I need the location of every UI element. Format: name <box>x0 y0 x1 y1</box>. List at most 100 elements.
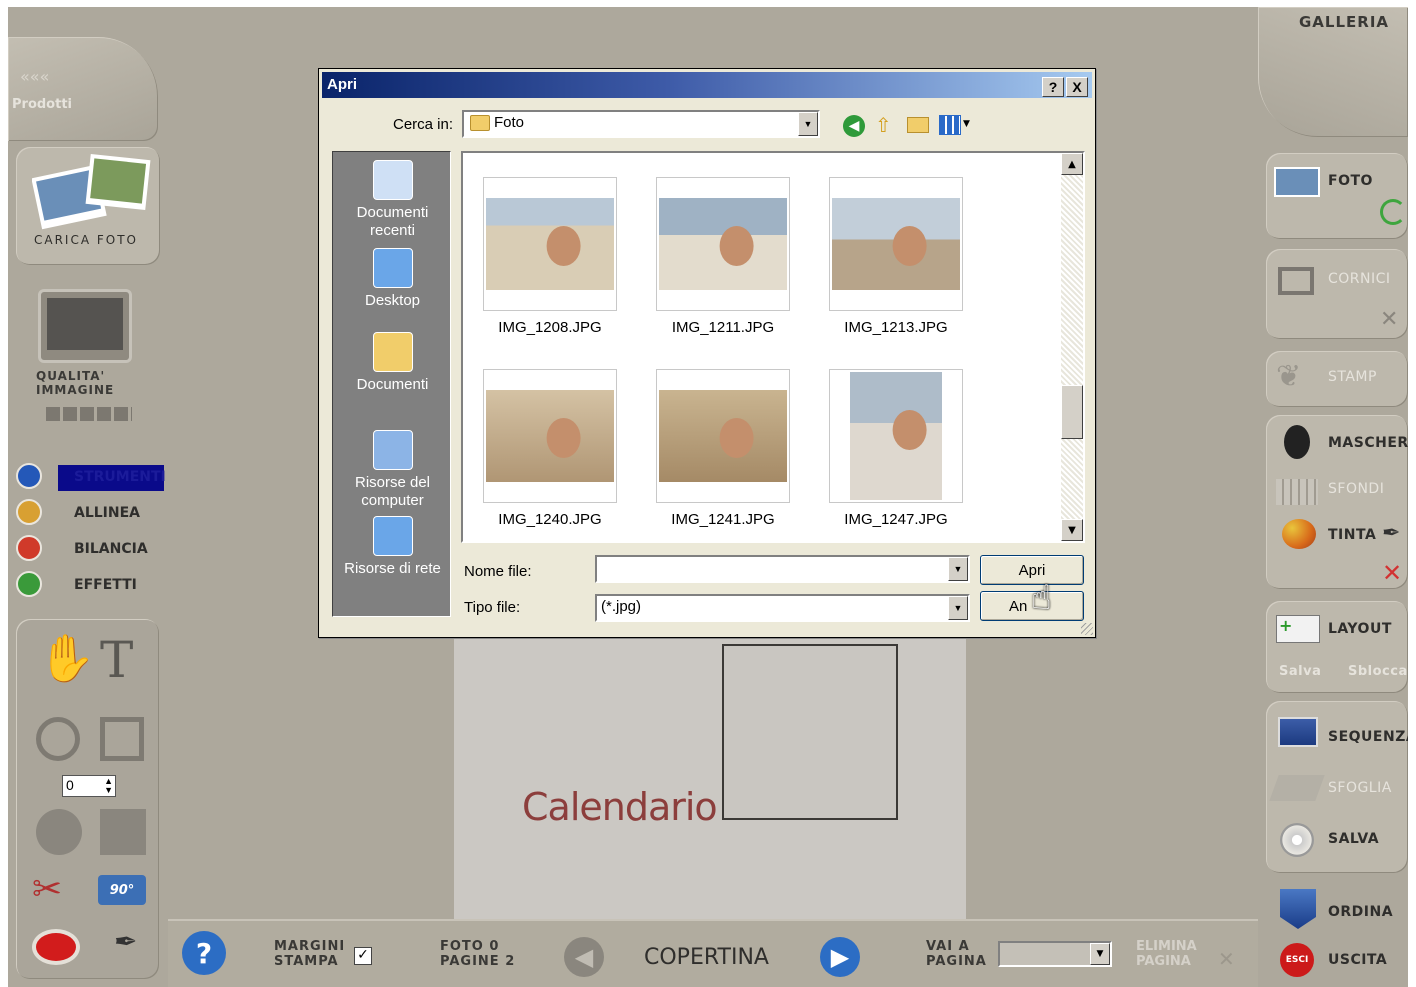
cursor-icon[interactable] <box>16 463 42 489</box>
margins-checkbox[interactable]: ✓ <box>354 947 372 965</box>
help-button[interactable]: ? <box>1042 77 1064 97</box>
chevron-down-icon[interactable]: ▼ <box>1090 943 1110 965</box>
file-name[interactable]: IMG_1240.JPG <box>463 511 637 528</box>
photo-placeholder-frame[interactable] <box>722 644 898 820</box>
resize-grip-icon[interactable] <box>1081 623 1093 635</box>
chevron-down-icon[interactable]: ▼ <box>798 112 818 136</box>
up-folder-icon[interactable]: ⇧ <box>875 113 892 137</box>
views-dropdown-icon[interactable]: ▼ <box>963 119 970 129</box>
scissors-icon[interactable]: ✂ <box>32 869 62 910</box>
remove-frame-icon[interactable]: ✕ <box>1380 307 1398 332</box>
frames-label[interactable]: CORNICI <box>1328 271 1391 287</box>
file-thumbnail[interactable] <box>656 177 790 311</box>
goto-page-select[interactable]: ▼ <box>998 941 1112 967</box>
scroll-up-icon[interactable]: ▲ <box>1061 153 1083 175</box>
file-name[interactable]: IMG_1213.JPG <box>809 319 983 336</box>
file-name[interactable]: IMG_1247.JPG <box>809 511 983 528</box>
photo-preview <box>659 390 787 482</box>
tool-item-label[interactable]: STRUMENTI <box>74 469 166 485</box>
tool-item-label[interactable]: ALLINEA <box>74 505 140 521</box>
products-tab[interactable]: ««« Prodotti <box>8 37 158 141</box>
places-item[interactable]: Documenti <box>333 332 452 394</box>
help-icon[interactable]: ? <box>182 931 226 975</box>
filename-input[interactable]: ▼ <box>595 555 970 583</box>
dialog-title: Apri <box>327 76 357 93</box>
photo-preview <box>659 198 787 290</box>
delete-page-icon[interactable]: ✕ <box>1218 947 1235 971</box>
views-menu-icon[interactable] <box>939 115 961 135</box>
chevron-down-icon[interactable]: ▼ <box>948 596 968 620</box>
file-thumbnail[interactable] <box>483 369 617 503</box>
stepper-arrows-icon[interactable]: ▲ ▼ <box>104 777 113 795</box>
tint-label[interactable]: TINTA <box>1328 527 1376 543</box>
filled-rectangle-tool-icon[interactable] <box>100 809 146 855</box>
save-label[interactable]: SALVA <box>1328 831 1379 847</box>
ellipse-tool-icon[interactable] <box>36 717 80 761</box>
remove-tint-icon[interactable]: ✕ <box>1382 559 1402 587</box>
refresh-icon[interactable] <box>1380 199 1406 225</box>
backgrounds-label[interactable]: SFONDI <box>1328 481 1384 497</box>
file-thumbnail[interactable] <box>829 177 963 311</box>
filled-ellipse-tool-icon[interactable] <box>36 809 82 855</box>
photo-count: FOTO 0 <box>440 939 500 954</box>
look-in-label: Cerca in: <box>393 116 454 133</box>
quality-label: QUALITA' IMMAGINE <box>36 369 115 397</box>
places-bar: Documenti recenti Desktop Documenti Risorse… <box>332 151 451 617</box>
masks-label[interactable]: MASCHERE <box>1328 435 1408 451</box>
stamp-label[interactable]: STAMP <box>1328 369 1377 385</box>
new-folder-icon[interactable] <box>907 117 929 133</box>
red-eye-icon[interactable] <box>36 933 76 961</box>
order-label[interactable]: ORDINA <box>1328 904 1393 920</box>
places-item-label: Documenti <box>356 376 429 393</box>
file-list-view[interactable]: IMG_1208.JPG IMG_1211.JPG IMG_1213.JPG IMG_… <box>461 151 1085 543</box>
network-icon <box>372 516 413 556</box>
chevron-down-icon[interactable]: ▼ <box>948 557 968 581</box>
places-item-label: Risorse di rete <box>344 560 441 577</box>
unlock-layout-button[interactable]: Sblocca <box>1348 664 1408 679</box>
scroll-thumb[interactable] <box>1061 385 1083 439</box>
line-width-stepper[interactable]: 0 ▲ ▼ <box>62 775 116 797</box>
scroll-down-icon[interactable]: ▼ <box>1061 519 1083 541</box>
tool-item-label[interactable]: EFFETTI <box>74 577 137 593</box>
save-layout-button[interactable]: Salva <box>1279 664 1321 679</box>
back-icon[interactable]: ◀ <box>843 115 865 137</box>
places-item[interactable]: Risorse del computer <box>333 430 452 510</box>
hand-tool-icon[interactable]: ✋ <box>38 631 95 686</box>
frame-icon <box>1278 267 1314 295</box>
sequence-label[interactable]: SEQUENZA <box>1328 729 1408 745</box>
gallery-tab[interactable]: GALLERIA <box>1258 7 1408 137</box>
eyedropper-icon[interactable]: ✒ <box>114 925 137 958</box>
text-tool-icon[interactable]: T <box>100 631 133 689</box>
photo-preview <box>832 198 960 290</box>
browse-label[interactable]: SFOGLIA <box>1328 780 1392 796</box>
file-thumbnail[interactable] <box>483 177 617 311</box>
effects-icon[interactable] <box>16 571 42 597</box>
file-thumbnail[interactable] <box>829 369 963 503</box>
tint-eyedropper-icon[interactable]: ✒ <box>1382 521 1400 546</box>
exit-label[interactable]: USCITA <box>1328 952 1387 968</box>
goto-label-2: PAGINA <box>926 954 987 969</box>
rotate-90-icon[interactable]: 90° <box>98 875 146 905</box>
places-item[interactable]: Documenti recenti <box>333 160 452 240</box>
places-item[interactable]: Desktop <box>333 248 452 310</box>
file-name[interactable]: IMG_1208.JPG <box>463 319 637 336</box>
close-button[interactable]: X <box>1066 77 1088 97</box>
filetype-select[interactable]: (*.jpg) ▼ <box>595 594 970 622</box>
places-item[interactable]: Risorse di rete <box>333 516 452 578</box>
align-icon[interactable] <box>16 499 42 525</box>
vertical-scrollbar[interactable]: ▲ ▼ <box>1061 153 1083 541</box>
file-name[interactable]: IMG_1211.JPG <box>636 319 810 336</box>
balance-icon[interactable] <box>16 535 42 561</box>
file-name[interactable]: IMG_1241.JPG <box>636 511 810 528</box>
previous-page-icon[interactable]: ◀ <box>564 937 604 977</box>
layout-label[interactable]: LAYOUT <box>1328 621 1392 637</box>
tool-item-label[interactable]: BILANCIA <box>74 541 148 557</box>
next-page-icon[interactable]: ▶ <box>820 937 860 977</box>
dialog-titlebar[interactable]: Apri ? X <box>322 72 1092 98</box>
rectangle-tool-icon[interactable] <box>100 717 144 761</box>
load-photo-button[interactable]: CARICA FOTO <box>16 147 160 265</box>
canvas-title[interactable]: Calendario <box>522 785 718 829</box>
photo-label[interactable]: FOTO <box>1328 173 1373 189</box>
file-thumbnail[interactable] <box>656 369 790 503</box>
look-in-combo[interactable]: Foto ▼ <box>462 110 820 138</box>
